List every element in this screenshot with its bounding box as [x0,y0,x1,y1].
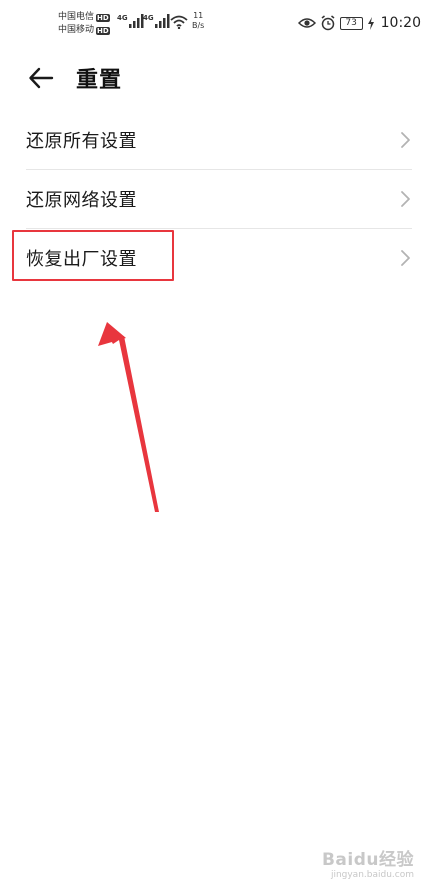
battery-level: 73 [339,16,363,30]
watermark-brand: Baidu经验 [321,850,414,870]
watermark-url: jingyan.baidu.com [330,870,414,880]
reset-network-settings-item[interactable]: 还原网络设置 [26,169,412,228]
arrow-left-icon [29,67,54,89]
chevron-right-icon [401,190,410,207]
page-title: 重置 [76,68,123,93]
alarm-icon [321,15,335,31]
net-speed: 11 B/s [192,11,204,31]
list-item-label: 还原网络设置 [26,189,137,211]
carrier-info: 中国电信 HD 中国移动 HD [58,11,110,37]
chevron-right-icon [401,249,410,266]
net-speed-value: 11 [193,11,204,20]
wifi-icon [170,15,188,29]
list-item-label: 恢复出厂设置 [26,248,137,270]
system-icons: 73 10:20 [297,15,421,31]
battery-indicator: 73 [339,16,363,30]
charging-bolt-icon [367,16,374,30]
network-type-label: 4G [117,14,128,22]
signal-2: 4G [143,14,171,28]
carrier-1-label: 中国电信 [58,12,95,22]
factory-reset-item[interactable]: 恢复出厂设置 [26,228,412,287]
signal-bars-icon [154,14,170,28]
clock: 10:20 [380,15,421,31]
eye-comfort-icon [297,18,316,28]
reset-all-settings-item[interactable]: 还原所有设置 [26,110,412,169]
hd-badge: HD [96,26,110,35]
back-button[interactable] [26,64,56,92]
chevron-right-icon [401,131,410,148]
network-type-label: 4G [143,14,154,22]
carrier-2-label: 中国移动 [58,25,95,35]
signal-1: 4G [117,14,145,28]
list-item-label: 还原所有设置 [26,130,137,152]
hd-badge: HD [96,13,110,22]
page-header: 重置 [0,56,438,100]
net-speed-unit: B/s [192,21,205,30]
watermark: Baidu经验 jingyan.baidu.com [322,845,414,880]
reset-options-list: 还原所有设置 还原网络设置 恢复出厂设置 [0,110,438,287]
status-bar: 中国电信 HD 中国移动 HD 4G 4G 11 B/s 73 10:20 [0,0,438,48]
